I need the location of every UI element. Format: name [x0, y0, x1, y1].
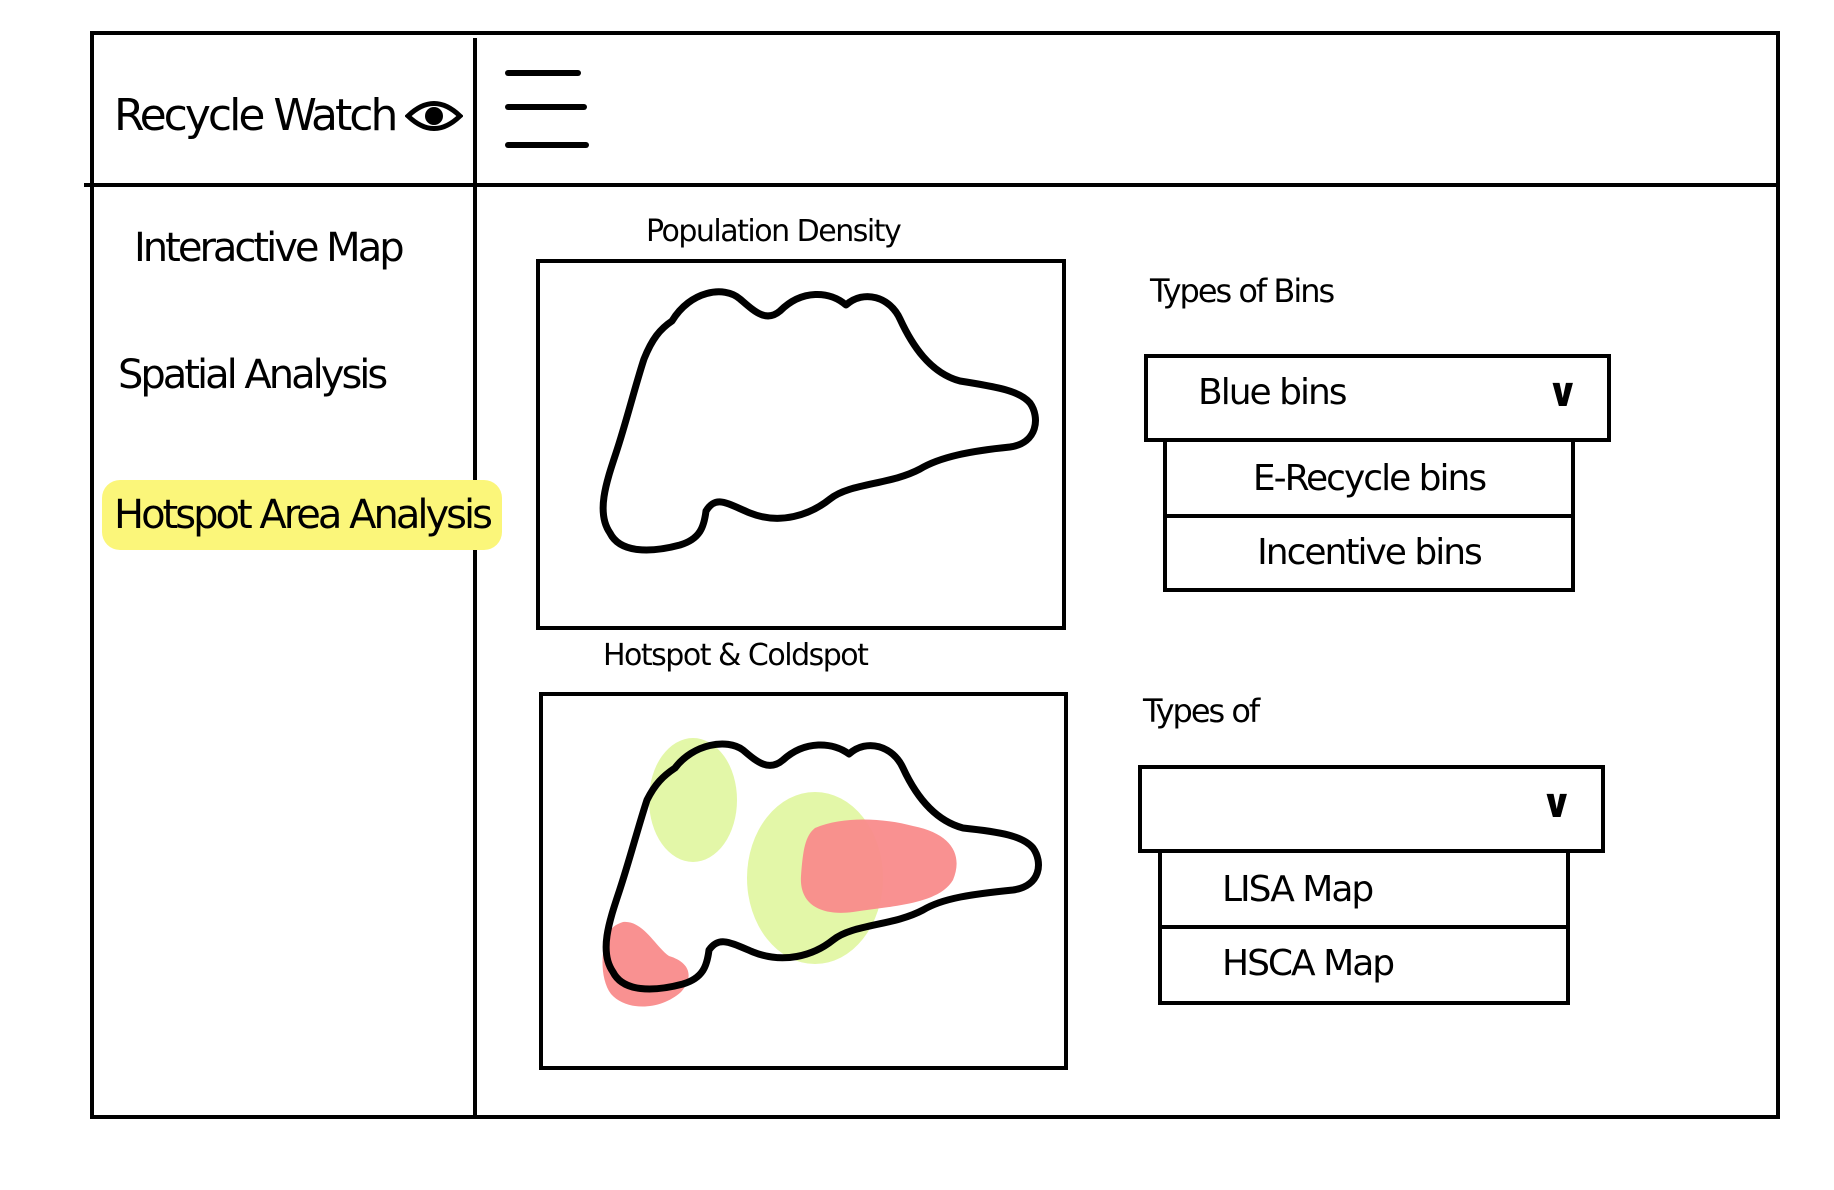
header-divider — [84, 183, 1780, 187]
option-e-recycle-bins[interactable]: E-Recycle bins — [1167, 442, 1571, 514]
map-type-select[interactable]: ∨ — [1138, 765, 1605, 853]
map-type-options: LISA Map HSCA Map — [1158, 853, 1570, 1005]
bins-type-select[interactable]: Blue bins ∨ — [1144, 354, 1611, 442]
sidebar-item-hotspot-area-analysis[interactable]: Hotspot Area Analysis — [102, 480, 502, 550]
region-outline — [599, 288, 1039, 554]
brand-title: Recycle Watch — [114, 90, 398, 141]
chevron-down-icon[interactable]: ∨ — [1541, 781, 1573, 827]
bins-type-options: E-Recycle bins Incentive bins — [1163, 442, 1575, 592]
map-type-label: Types of — [1143, 692, 1260, 730]
option-lisa-map[interactable]: LISA Map — [1162, 853, 1566, 925]
bins-type-label: Types of Bins — [1150, 272, 1335, 310]
eye-icon — [405, 100, 464, 131]
hotspot-map-canvas — [602, 738, 1042, 1007]
population-density-map[interactable] — [536, 259, 1066, 630]
hotspot-coldspot-title: Hotspot & Coldspot — [603, 638, 869, 673]
bins-selected-value: Blue bins — [1198, 372, 1348, 413]
sidebar-item-interactive-map[interactable]: Interactive Map — [134, 225, 405, 271]
population-density-title: Population Density — [646, 214, 902, 249]
sidebar-item-spatial-analysis[interactable]: Spatial Analysis — [118, 352, 388, 398]
sidebar-divider — [473, 38, 477, 1119]
hamburger-menu-icon[interactable] — [505, 66, 591, 156]
brand-logo[interactable]: Recycle Watch — [114, 90, 464, 141]
chevron-down-icon[interactable]: ∨ — [1547, 370, 1579, 416]
hotspot-coldspot-map[interactable] — [539, 692, 1068, 1070]
option-incentive-bins[interactable]: Incentive bins — [1167, 514, 1571, 586]
option-hsca-map[interactable]: HSCA Map — [1162, 925, 1566, 997]
